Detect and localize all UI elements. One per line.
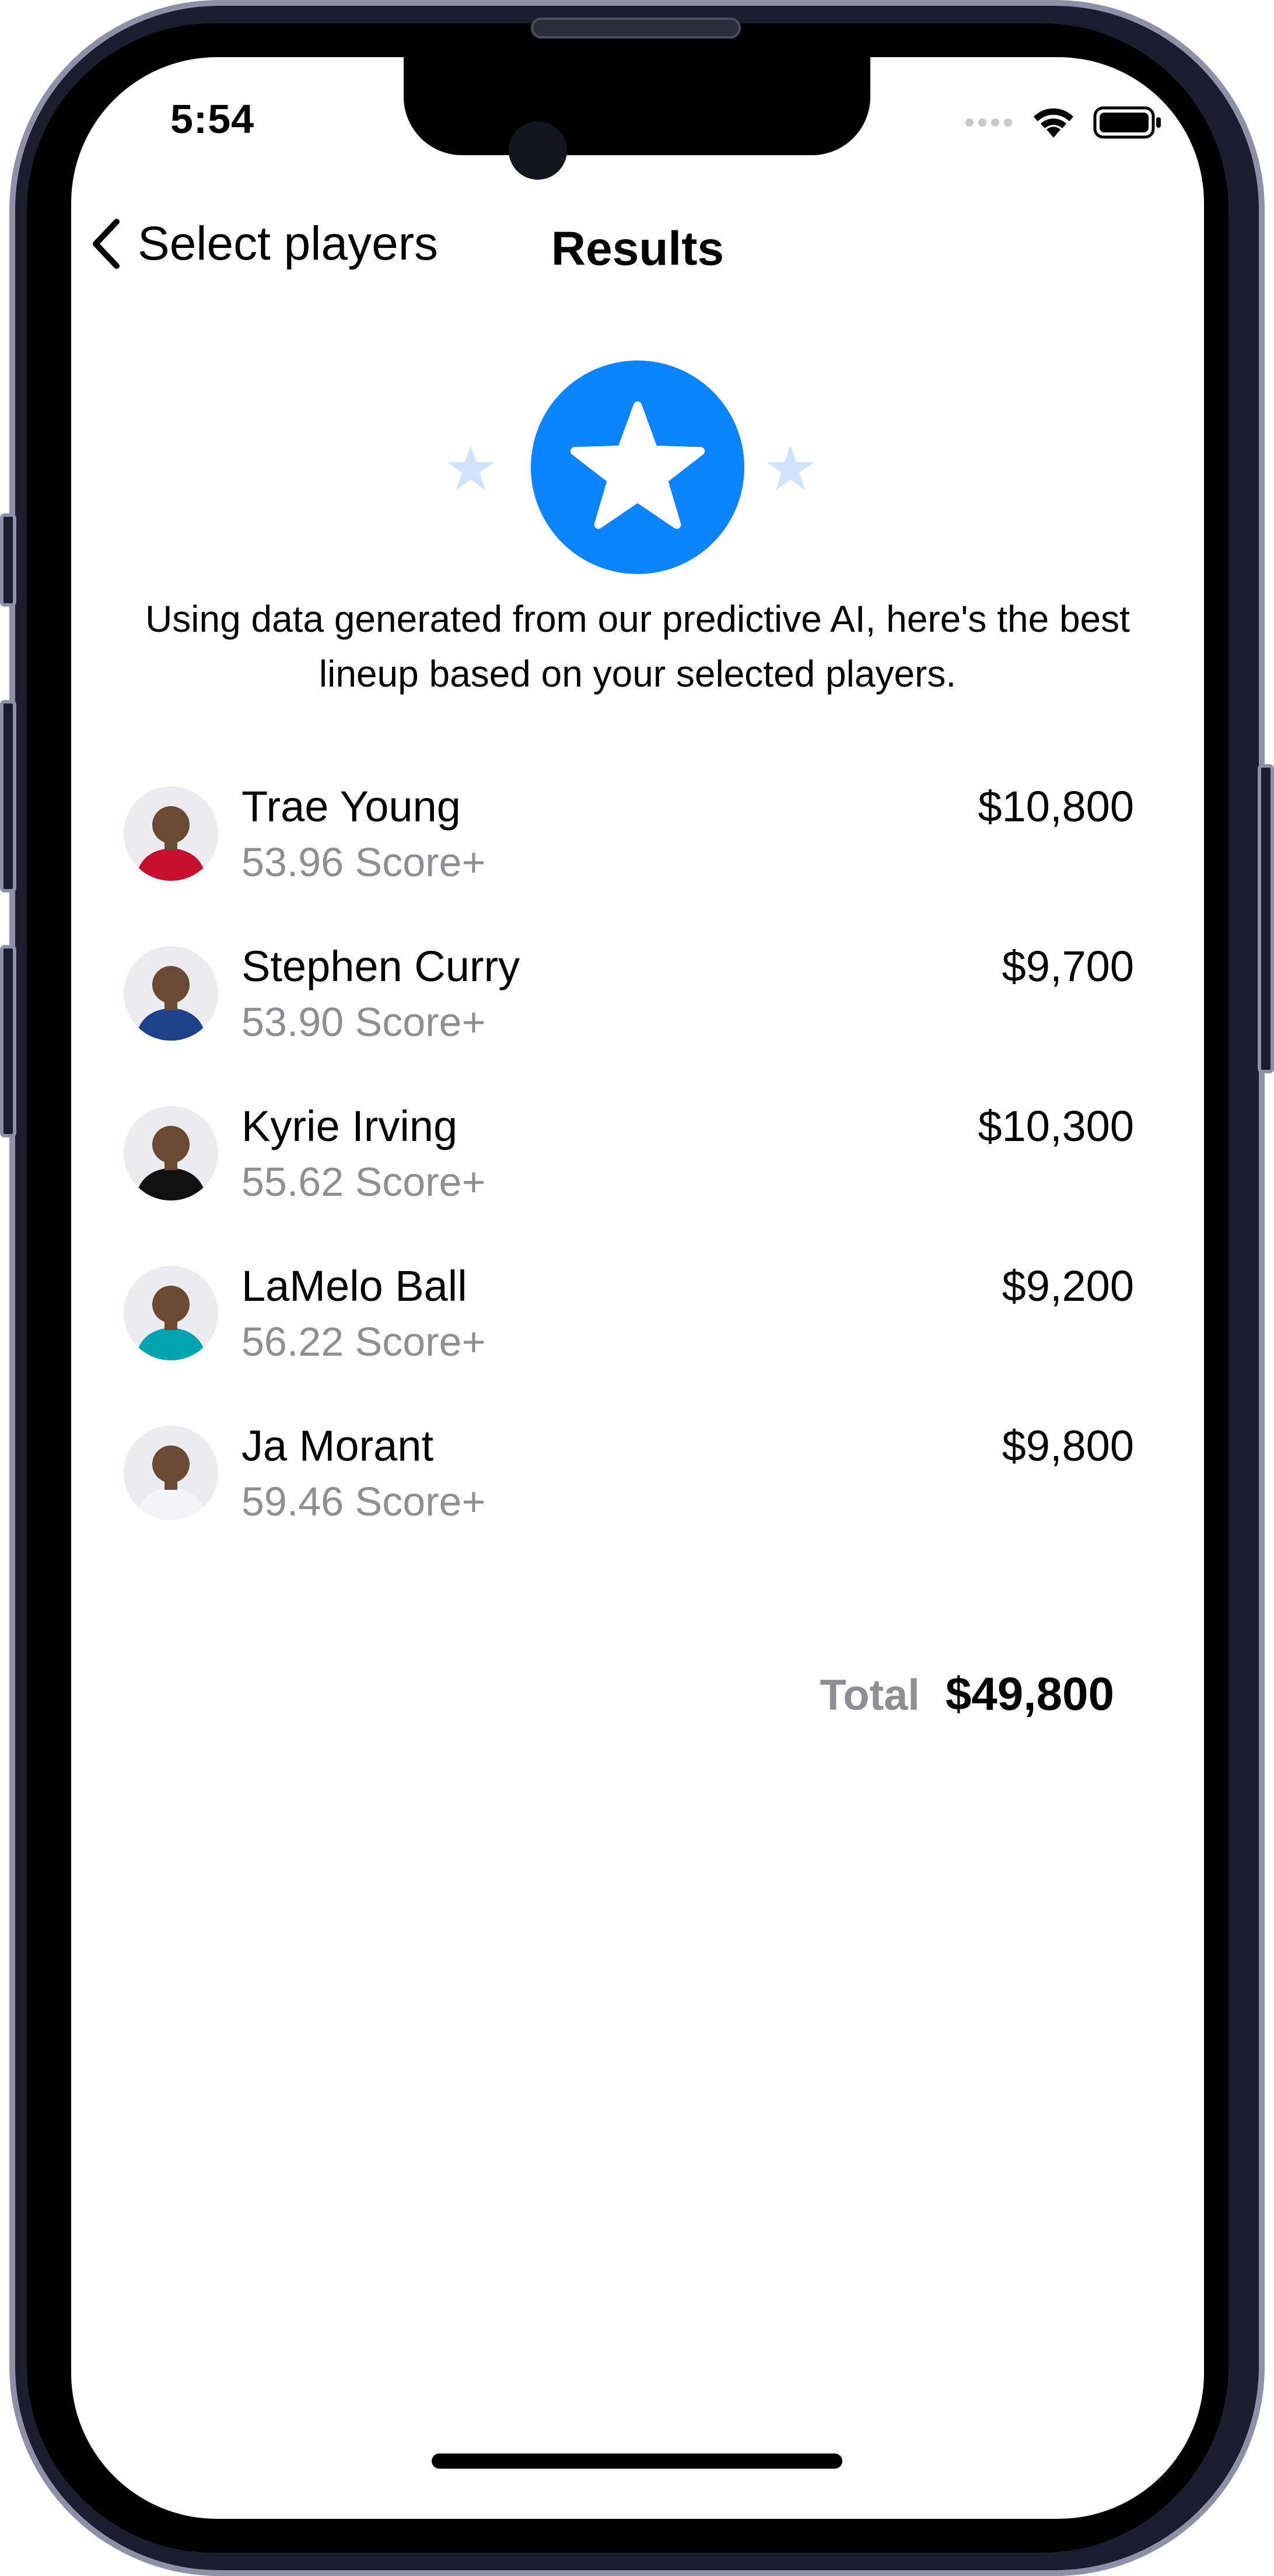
total-row: Total $49,800	[820, 1667, 1114, 1721]
player-avatar	[124, 1106, 218, 1200]
page-title: Results	[551, 222, 724, 275]
results-hero	[71, 360, 1204, 582]
screen: 5:54 Select players Results Using data g…	[71, 57, 1204, 2519]
player-score: 55.62 Score+	[242, 1159, 486, 1205]
battery-icon	[1093, 106, 1161, 139]
home-indicator[interactable]	[432, 2454, 842, 2469]
player-row[interactable]: LaMelo Ball 56.22 Score+ $9,200	[124, 1260, 1134, 1420]
player-row[interactable]: Stephen Curry 53.90 Score+ $9,700	[124, 940, 1134, 1100]
player-name: Kyrie Irving	[242, 1102, 458, 1150]
volume-down-button	[0, 945, 16, 1138]
player-avatar	[124, 786, 218, 881]
front-camera	[509, 121, 567, 180]
player-name: LaMelo Ball	[242, 1262, 467, 1310]
player-score: 53.96 Score+	[242, 839, 486, 885]
player-avatar	[124, 1266, 218, 1360]
player-score: 53.90 Score+	[242, 999, 486, 1045]
player-photo-icon	[135, 1126, 206, 1200]
player-price: $9,800	[1002, 1422, 1134, 1470]
player-photo-icon	[135, 966, 206, 1041]
player-avatar	[124, 946, 218, 1041]
total-value: $49,800	[945, 1668, 1114, 1720]
player-price: $10,300	[978, 1102, 1135, 1150]
player-photo-icon	[135, 1286, 206, 1360]
player-avatar	[124, 1426, 218, 1520]
player-name: Stephen Curry	[242, 942, 520, 991]
player-price: $10,800	[978, 782, 1135, 831]
status-icons	[965, 105, 1163, 140]
player-name: Ja Morant	[242, 1422, 434, 1470]
player-score: 59.46 Score+	[242, 1479, 486, 1524]
total-label: Total	[820, 1671, 920, 1719]
wifi-icon	[1034, 108, 1073, 138]
player-price: $9,200	[1002, 1262, 1134, 1310]
player-price: $9,700	[1002, 942, 1134, 991]
player-name: Trae Young	[242, 782, 461, 831]
star-icon	[570, 401, 705, 529]
player-row[interactable]: Kyrie Irving 55.62 Score+ $10,300	[124, 1100, 1134, 1260]
player-score: 56.22 Score+	[242, 1319, 486, 1364]
player-photo-icon	[135, 806, 206, 881]
power-button	[1258, 764, 1274, 1073]
player-row[interactable]: Trae Young 53.96 Score+ $10,800	[124, 780, 1134, 940]
hero-badge	[531, 360, 744, 574]
player-photo-icon	[135, 1446, 206, 1520]
mute-switch	[0, 513, 16, 607]
signal-dots-icon	[965, 118, 1012, 127]
sparkle-right-icon	[766, 445, 814, 491]
earpiece-speaker	[531, 18, 741, 38]
status-time: 5:54	[170, 96, 255, 142]
notch	[404, 57, 870, 155]
player-list: Trae Young 53.96 Score+ $10,800 Stephen Cur…	[124, 780, 1134, 1580]
volume-up-button	[0, 700, 16, 892]
sparkle-left-icon	[447, 445, 495, 491]
player-row[interactable]: Ja Morant 59.46 Score+ $9,800	[124, 1420, 1134, 1580]
intro-text: Using data generated from our predictive…	[145, 598, 1130, 695]
